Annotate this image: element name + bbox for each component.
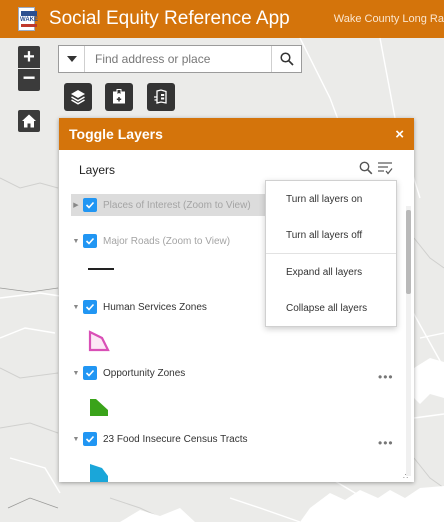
menu-item-expand-all[interactable]: Expand all layers xyxy=(266,254,396,290)
search-widget xyxy=(58,45,302,73)
food-insecure-legend-swatch xyxy=(90,464,108,482)
close-icon[interactable]: × xyxy=(395,126,404,143)
layer-options-button[interactable]: ••• xyxy=(378,370,394,384)
zoom-out-button[interactable]: − xyxy=(18,67,40,91)
human-services-legend-swatch xyxy=(88,330,110,352)
checkmark-icon xyxy=(85,435,95,443)
layer-checkbox[interactable] xyxy=(83,198,97,212)
checkmark-icon xyxy=(85,369,95,377)
layer-checkbox[interactable] xyxy=(83,366,97,380)
search-source-dropdown[interactable] xyxy=(59,46,85,72)
caret-down-icon[interactable]: ▼ xyxy=(71,238,81,245)
caret-down-icon[interactable]: ▼ xyxy=(71,436,81,443)
panel-header: Toggle Layers × xyxy=(59,118,414,150)
app-header: WAKE Social Equity Reference App Wake Co… xyxy=(0,0,444,38)
layers-title: Layers xyxy=(79,163,116,177)
layer-row-opportunity-zones[interactable]: ▼ Opportunity Zones xyxy=(71,362,381,384)
checkmark-icon xyxy=(85,201,95,209)
logo-band xyxy=(21,11,37,16)
layer-checkbox[interactable] xyxy=(83,234,97,248)
caret-right-icon[interactable]: ▶ xyxy=(71,201,81,209)
layer-list-button[interactable] xyxy=(64,83,92,111)
panel-title: Toggle Layers xyxy=(69,126,163,142)
layer-label: Major Roads (Zoom to View) xyxy=(103,235,231,247)
home-button[interactable] xyxy=(18,110,40,132)
checkmark-icon xyxy=(85,303,95,311)
layer-label: Places of Interest (Zoom to View) xyxy=(103,199,251,211)
layer-checkbox[interactable] xyxy=(83,432,97,446)
layer-label: 23 Food Insecure Census Tracts xyxy=(103,433,248,445)
bookmark-add-icon xyxy=(113,89,125,104)
major-roads-legend-swatch xyxy=(88,268,114,270)
layer-options-menu: Turn all layers on Turn all layers off E… xyxy=(265,180,397,327)
legend-icon xyxy=(154,89,167,104)
search-icon xyxy=(279,52,294,66)
list-options-icon[interactable] xyxy=(377,161,393,175)
menu-item-collapse-all[interactable]: Collapse all layers xyxy=(266,290,396,326)
search-button[interactable] xyxy=(271,46,301,72)
app-subtitle: Wake County Long Ra xyxy=(333,13,444,25)
layers-icon xyxy=(71,90,85,105)
layer-label: Opportunity Zones xyxy=(103,367,186,379)
caret-down-icon[interactable]: ▼ xyxy=(71,304,81,311)
legend-button[interactable] xyxy=(147,83,175,111)
minus-icon: − xyxy=(22,65,36,90)
layer-row-food-insecure-tracts[interactable]: ▼ 23 Food Insecure Census Tracts xyxy=(71,428,381,450)
scrollbar-thumb[interactable] xyxy=(406,210,411,294)
caret-down-icon xyxy=(66,56,77,62)
caret-down-icon[interactable]: ▼ xyxy=(71,370,81,377)
layer-checkbox[interactable] xyxy=(83,300,97,314)
logo-stripe xyxy=(21,24,37,27)
bookmarks-button[interactable] xyxy=(105,83,133,111)
layer-options-button[interactable]: ••• xyxy=(378,436,394,450)
layer-label: Human Services Zones xyxy=(103,301,207,313)
search-input[interactable] xyxy=(85,46,265,72)
menu-item-turn-all-on[interactable]: Turn all layers on xyxy=(266,181,396,217)
home-icon xyxy=(22,114,36,128)
menu-item-turn-all-off[interactable]: Turn all layers off xyxy=(266,217,396,253)
checkmark-icon xyxy=(85,237,95,245)
search-icon[interactable] xyxy=(359,161,373,175)
resize-grip-icon[interactable]: ∴ xyxy=(403,472,408,481)
wake-county-logo: WAKE xyxy=(18,7,38,31)
opportunity-zones-legend-swatch xyxy=(90,399,108,416)
logo-text: WAKE xyxy=(20,17,38,23)
app-title: Social Equity Reference App xyxy=(48,8,290,29)
